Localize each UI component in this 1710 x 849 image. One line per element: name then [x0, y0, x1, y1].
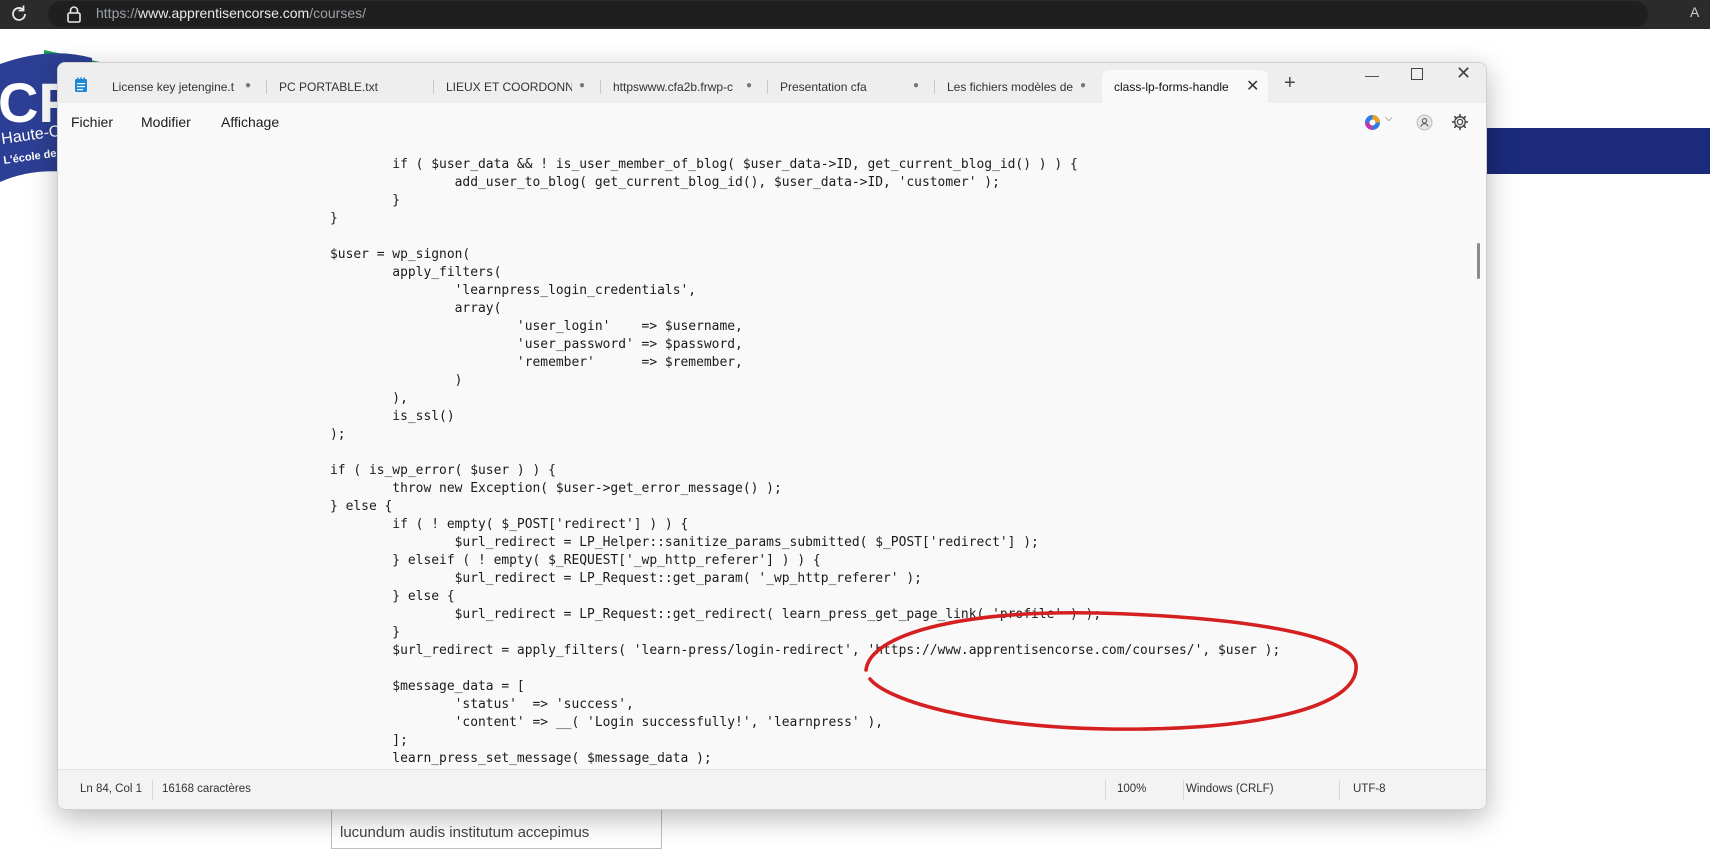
code-line[interactable]: apply_filters(	[330, 264, 1280, 282]
unsaved-dot-icon: ●	[579, 80, 586, 91]
code-line[interactable]: $message_data = [	[330, 678, 1280, 696]
site-nav-band	[1480, 128, 1710, 174]
code-line[interactable]	[330, 228, 1280, 246]
vertical-scrollbar[interactable]	[1477, 243, 1480, 279]
url-path: /courses/	[309, 5, 367, 21]
code-line[interactable]: ];	[330, 732, 1280, 750]
tab-strip: License key jetengine.t ● PC PORTABLE.tx…	[58, 63, 1486, 103]
menu-modifier[interactable]: Modifier	[141, 114, 191, 130]
minimize-button[interactable]: —	[1365, 67, 1379, 83]
code-line[interactable]: 'content' => __( 'Login successfully!', …	[330, 714, 1280, 732]
code-line[interactable]: );	[330, 426, 1280, 444]
code-line[interactable]: 'status' => 'success',	[330, 696, 1280, 714]
lock-icon[interactable]	[66, 5, 82, 23]
code-line[interactable]: }	[330, 192, 1280, 210]
code-line[interactable]: 'remember' => $remember,	[330, 354, 1280, 372]
tab-pc-portable[interactable]: PC PORTABLE.txt	[267, 70, 433, 103]
menu-fichier[interactable]: Fichier	[71, 114, 113, 130]
code-line[interactable]: $url_redirect = apply_filters( 'learn-pr…	[330, 642, 1280, 660]
tab-label: Les fichiers modèles de	[947, 80, 1073, 94]
toolbar-edge-letter: A	[1690, 4, 1700, 20]
code-line[interactable]: )	[330, 372, 1280, 390]
code-line[interactable]: ),	[330, 390, 1280, 408]
gear-icon[interactable]	[1451, 113, 1469, 131]
code-line[interactable]: } else {	[330, 498, 1280, 516]
tab-label: Presentation cfa	[780, 80, 867, 94]
close-window-button[interactable]: ✕	[1456, 63, 1471, 84]
code-line[interactable]: throw new Exception( $user->get_error_me…	[330, 480, 1280, 498]
menu-bar: Fichier Modifier Affichage ⌵	[58, 103, 1486, 141]
tab-label: class-lp-forms-handle	[1114, 80, 1229, 94]
account-icon[interactable]	[1416, 114, 1433, 131]
url-host: www.apprentisencorse.com	[138, 5, 310, 21]
code-line[interactable]: $url_redirect = LP_Request::get_redirect…	[330, 606, 1280, 624]
unsaved-dot-icon: ●	[1080, 80, 1087, 91]
notepad-window: License key jetengine.t ● PC PORTABLE.tx…	[57, 62, 1487, 810]
code-line[interactable]: $url_redirect = LP_Helper::sanitize_para…	[330, 534, 1280, 552]
code-line[interactable]: array(	[330, 300, 1280, 318]
code-line[interactable]: if ( is_wp_error( $user ) ) {	[330, 462, 1280, 480]
unsaved-dot-icon: ●	[746, 80, 753, 91]
new-tab-button[interactable]: +	[1284, 72, 1296, 95]
maximize-button[interactable]	[1411, 68, 1423, 80]
code-line[interactable]: if ( $user_data && ! is_user_member_of_b…	[330, 156, 1280, 174]
text-editor[interactable]: if ( $user_data && ! is_user_member_of_b…	[58, 141, 1486, 769]
tab-cfa2b[interactable]: httpswww.cfa2b.frwp-c ●	[601, 70, 767, 103]
code-line[interactable]	[330, 444, 1280, 462]
code-line[interactable]: 'user_login' => $username,	[330, 318, 1280, 336]
encoding[interactable]: UTF-8	[1353, 783, 1386, 795]
status-separator	[1105, 780, 1106, 800]
browser-toolbar: https://www.apprentisencorse.com/courses…	[0, 0, 1710, 29]
cursor-position[interactable]: Ln 84, Col 1	[80, 783, 142, 795]
status-separator	[1339, 780, 1340, 800]
status-bar: Ln 84, Col 1 16168 caractères 100% Windo…	[58, 769, 1486, 809]
tab-label: httpswww.cfa2b.frwp-c	[613, 80, 734, 94]
tab-label: License key jetengine.t	[112, 80, 235, 94]
code-line[interactable]: }	[330, 210, 1280, 228]
unsaved-dot-icon: ●	[245, 80, 252, 91]
status-separator	[152, 780, 153, 800]
close-tab-icon[interactable]: ✕	[1246, 76, 1259, 96]
code-line[interactable]: is_ssl()	[330, 408, 1280, 426]
code-line[interactable]: add_user_to_blog( get_current_blog_id(),…	[330, 174, 1280, 192]
copilot-icon[interactable]	[1364, 114, 1381, 131]
code-line[interactable]: } else {	[330, 588, 1280, 606]
zoom-level[interactable]: 100%	[1117, 783, 1146, 795]
code-line[interactable]: learn_press_set_message( $message_data )…	[330, 750, 1280, 768]
course-card-text: lucundum audis institutum accepimus	[340, 824, 590, 841]
reload-icon[interactable]	[8, 3, 30, 25]
line-endings[interactable]: Windows (CRLF)	[1186, 783, 1274, 795]
unsaved-dot-icon: ●	[913, 80, 920, 91]
notepad-app-icon	[75, 77, 87, 92]
url-scheme: https://	[96, 5, 139, 21]
status-separator	[1183, 780, 1184, 800]
code-line[interactable]: 'learnpress_login_credentials',	[330, 282, 1280, 300]
chevron-down-icon[interactable]: ⌵	[1385, 113, 1393, 124]
code-line[interactable]: 'user_password' => $password,	[330, 336, 1280, 354]
code-line[interactable]: }	[330, 624, 1280, 642]
url-text[interactable]: https://www.apprentisencorse.com/courses…	[96, 5, 366, 21]
tab-fichiers-modeles[interactable]: Les fichiers modèles de ●	[935, 70, 1101, 103]
code-line[interactable]: $url_redirect = LP_Request::get_param( '…	[330, 570, 1280, 588]
tab-class-lp-forms-handler[interactable]: class-lp-forms-handle ✕	[1102, 70, 1268, 103]
code-line[interactable]: $user = wp_signon(	[330, 246, 1280, 264]
code-content[interactable]: if ( $user_data && ! is_user_member_of_b…	[330, 156, 1280, 769]
code-line[interactable]: } elseif ( ! empty( $_REQUEST['_wp_http_…	[330, 552, 1280, 570]
tab-label: LIEUX ET COORDONNE	[446, 80, 572, 94]
tab-lieux[interactable]: LIEUX ET COORDONNE ●	[434, 70, 600, 103]
tab-license-key[interactable]: License key jetengine.t ●	[100, 70, 266, 103]
code-line[interactable]: if ( ! empty( $_POST['redirect'] ) ) {	[330, 516, 1280, 534]
tab-presentation[interactable]: Presentation cfa ●	[768, 70, 934, 103]
menu-affichage[interactable]: Affichage	[221, 114, 279, 130]
tab-label: PC PORTABLE.txt	[279, 80, 378, 94]
code-line[interactable]	[330, 660, 1280, 678]
character-count: 16168 caractères	[162, 783, 251, 795]
